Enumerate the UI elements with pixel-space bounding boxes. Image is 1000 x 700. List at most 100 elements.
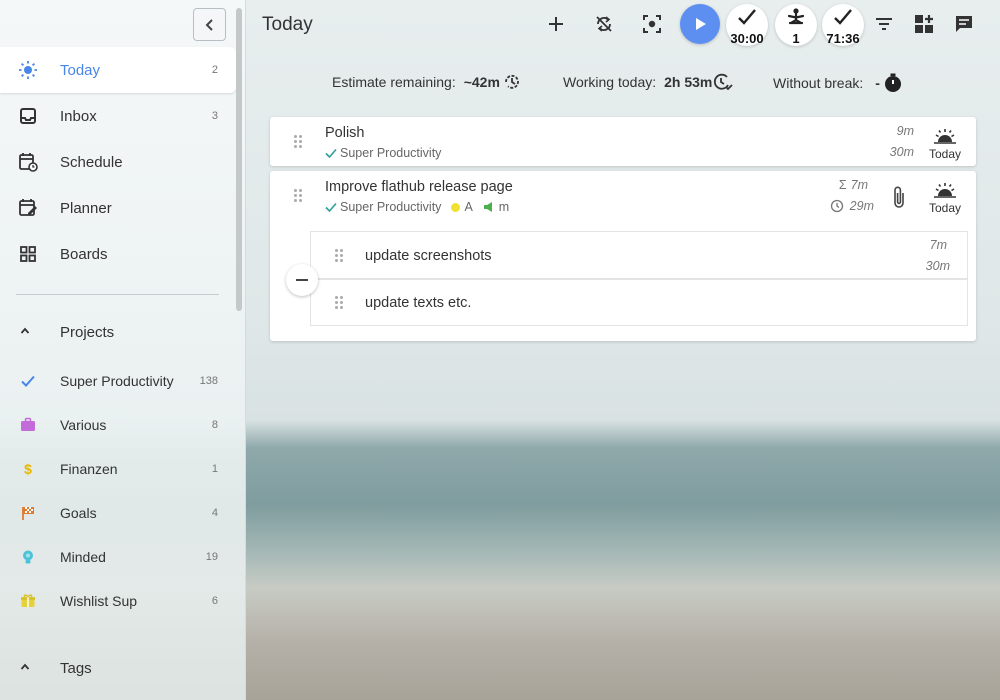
tags-section-toggle[interactable]: Tags bbox=[0, 649, 236, 689]
comment-icon bbox=[956, 16, 972, 32]
project-item-goals[interactable]: Goals 4 bbox=[0, 493, 236, 533]
subtask-title[interactable]: update texts etc. bbox=[365, 295, 471, 311]
sidebar-item-planner[interactable]: Planner bbox=[0, 185, 236, 231]
working-value: 2h 53m bbox=[664, 74, 713, 90]
estimate-remaining: Estimate remaining: ~42m bbox=[332, 72, 522, 92]
sync-off-icon bbox=[596, 16, 612, 32]
task-card[interactable]: Polish Super Productivity 9m 30m Today bbox=[270, 117, 976, 166]
filter-icon bbox=[876, 18, 892, 30]
time-spent: Σ 7m bbox=[808, 178, 868, 192]
minus-icon bbox=[296, 279, 308, 281]
today-label: Today bbox=[928, 147, 962, 161]
schedule-today-button[interactable]: Today bbox=[923, 123, 967, 163]
project-item-count: 19 bbox=[205, 551, 218, 563]
project-item-finanzen[interactable]: $ Finanzen 1 bbox=[0, 449, 236, 489]
today-label: Today bbox=[928, 201, 962, 215]
add-task-button[interactable] bbox=[538, 6, 574, 42]
project-item-count: 1 bbox=[211, 463, 218, 475]
sidebar: Today 2 Inbox 3 Schedule Planner Boards bbox=[0, 0, 246, 700]
project-item-label: Wishlist Sup bbox=[60, 593, 138, 609]
dashboard-add-icon bbox=[915, 15, 933, 33]
drag-handle-icon[interactable] bbox=[335, 296, 345, 312]
task-card[interactable]: Improve flathub release page Super Produ… bbox=[270, 171, 976, 341]
pomodoro-button[interactable]: 30:00 bbox=[726, 4, 768, 46]
project-item-super-productivity[interactable]: Super Productivity 138 bbox=[0, 361, 236, 401]
project-tag[interactable]: Super Productivity bbox=[325, 200, 441, 214]
subtask-title[interactable]: update screenshots bbox=[365, 248, 492, 264]
add-widget-button[interactable] bbox=[906, 6, 942, 42]
task-title[interactable]: Polish bbox=[325, 125, 365, 141]
collapse-sidebar-button[interactable] bbox=[193, 8, 226, 41]
attachment-button[interactable] bbox=[892, 185, 914, 209]
sidebar-scrollbar[interactable] bbox=[236, 8, 242, 311]
project-item-wishlist-sup[interactable]: Wishlist Sup 6 bbox=[0, 581, 236, 621]
sidebar-item-boards[interactable]: Boards bbox=[0, 231, 236, 277]
time-spent: 9m bbox=[896, 124, 914, 138]
history-icon bbox=[830, 199, 843, 213]
sidebar-item-label: Inbox bbox=[60, 107, 97, 125]
sunrise-icon bbox=[934, 183, 956, 198]
check-icon bbox=[325, 148, 337, 159]
center-focus-icon bbox=[643, 15, 661, 33]
filter-button[interactable] bbox=[866, 6, 902, 42]
subtask-card[interactable]: update texts etc. bbox=[310, 279, 968, 326]
history-icon bbox=[502, 72, 522, 92]
play-icon bbox=[696, 18, 706, 30]
project-item-count: 6 bbox=[211, 595, 218, 607]
project-item-label: Finanzen bbox=[60, 461, 118, 477]
tracking-time: 71:36 bbox=[826, 31, 860, 46]
projects-section-label: Projects bbox=[60, 324, 115, 341]
focus-count: 1 bbox=[792, 31, 800, 46]
project-item-various[interactable]: Various 8 bbox=[0, 405, 236, 445]
time-tracking-button[interactable]: 71:36 bbox=[822, 4, 864, 46]
project-tag-label: Super Productivity bbox=[340, 200, 442, 214]
schedule-today-button[interactable]: Today bbox=[923, 177, 967, 217]
pomodoro-timer: 30:00 bbox=[730, 31, 764, 46]
sidebar-item-today[interactable]: Today 2 bbox=[0, 47, 236, 93]
check-icon bbox=[822, 7, 864, 27]
sidebar-item-inbox[interactable]: Inbox 3 bbox=[0, 93, 236, 139]
drag-handle-icon[interactable] bbox=[335, 249, 345, 265]
time-spent-value: 7m bbox=[850, 178, 868, 192]
chevron-up-icon bbox=[20, 325, 30, 339]
drag-handle-icon[interactable] bbox=[294, 189, 304, 205]
chevron-up-icon bbox=[20, 661, 30, 675]
estimate-label: Estimate remaining: bbox=[332, 74, 456, 90]
play-button[interactable] bbox=[680, 4, 720, 44]
focus-session-button[interactable]: 1 bbox=[775, 4, 817, 46]
sidebar-item-schedule[interactable]: Schedule bbox=[0, 139, 236, 185]
megaphone-icon bbox=[483, 202, 492, 212]
sync-button[interactable] bbox=[586, 6, 622, 42]
timer-icon bbox=[882, 72, 904, 94]
estimate-value: ~42m bbox=[463, 74, 500, 90]
project-item-minded[interactable]: Minded 19 bbox=[0, 537, 236, 577]
dollar-icon: $ bbox=[24, 461, 32, 477]
gift-icon bbox=[19, 592, 37, 610]
check-icon bbox=[325, 202, 337, 213]
calendar-clock-icon bbox=[18, 152, 38, 172]
sunrise-icon bbox=[934, 129, 956, 144]
drag-handle-icon[interactable] bbox=[294, 135, 304, 151]
project-tag[interactable]: Super Productivity bbox=[325, 146, 441, 160]
working-label: Working today: bbox=[563, 74, 657, 90]
break-value: - bbox=[875, 75, 880, 91]
projects-section-toggle[interactable]: Projects bbox=[0, 313, 236, 353]
notes-button[interactable] bbox=[946, 6, 982, 42]
paperclip-icon bbox=[894, 186, 904, 208]
subtask-card[interactable]: update screenshots 7m 30m bbox=[310, 231, 968, 279]
time-estimate-value: 29m bbox=[849, 199, 874, 213]
tag-a[interactable]: A bbox=[451, 200, 473, 214]
time-estimate: 29m bbox=[814, 199, 874, 213]
task-title[interactable]: Improve flathub release page bbox=[325, 179, 513, 195]
project-item-label: Minded bbox=[60, 549, 106, 565]
tag-m[interactable]: m bbox=[483, 200, 509, 214]
project-item-label: Super Productivity bbox=[60, 373, 174, 389]
project-tag-label: Super Productivity bbox=[340, 146, 442, 160]
tag-dot bbox=[451, 202, 461, 212]
focus-mode-button[interactable] bbox=[634, 6, 670, 42]
inbox-icon bbox=[18, 106, 38, 126]
working-today: Working today: 2h 53m bbox=[563, 72, 734, 92]
check-icon bbox=[19, 372, 37, 390]
collapse-subtasks-button[interactable] bbox=[286, 264, 318, 296]
lightbulb-icon bbox=[19, 548, 37, 566]
